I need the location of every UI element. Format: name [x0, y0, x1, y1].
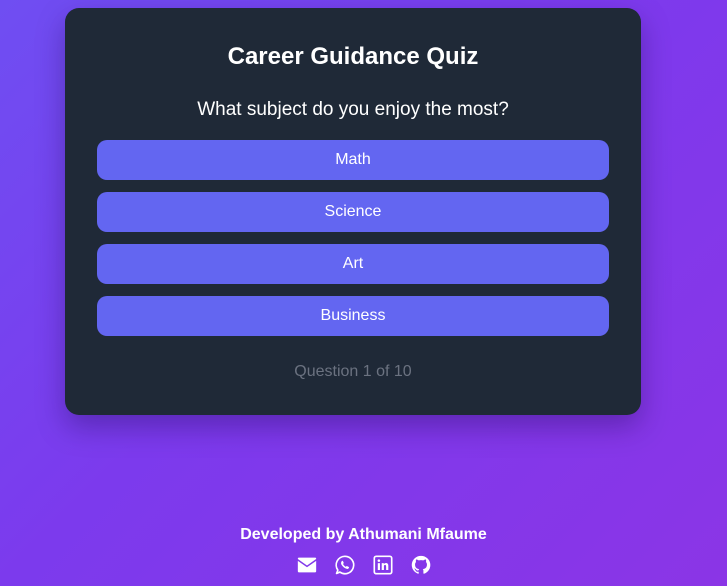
footer: Developed by Athumani Mfaume [0, 524, 727, 576]
email-link[interactable] [296, 554, 318, 576]
linkedin-link[interactable] [372, 554, 394, 576]
option-business-button[interactable]: Business [97, 296, 609, 336]
quiz-card: Career Guidance Quiz What subject do you… [65, 8, 641, 415]
quiz-title: Career Guidance Quiz [227, 43, 479, 70]
answer-options: Math Science Art Business [97, 140, 609, 348]
option-art-button[interactable]: Art [97, 244, 609, 284]
github-icon [411, 555, 430, 574]
question-text: What subject do you enjoy the most? [197, 99, 509, 120]
whatsapp-icon [334, 555, 354, 575]
option-math-button[interactable]: Math [97, 140, 609, 180]
linkedin-icon [372, 555, 393, 575]
envelope-icon [297, 557, 316, 573]
question-progress: Question 1 of 10 [294, 363, 412, 380]
option-science-button[interactable]: Science [97, 192, 609, 232]
developer-credit: Developed by Athumani Mfaume [240, 526, 487, 543]
whatsapp-link[interactable] [334, 554, 356, 576]
social-links [0, 554, 727, 576]
github-link[interactable] [410, 554, 432, 576]
